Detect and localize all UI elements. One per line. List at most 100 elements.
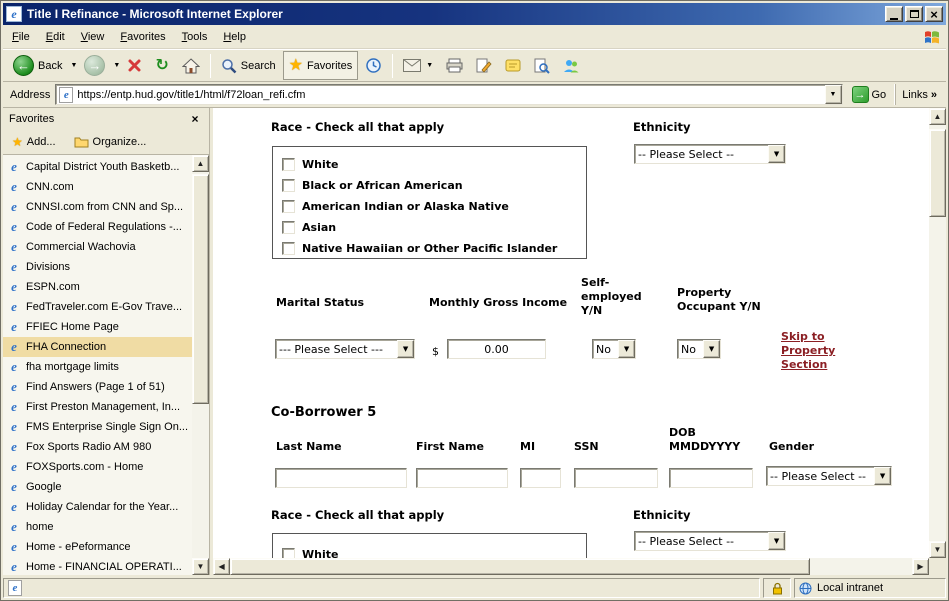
vertical-scroll-track[interactable] — [929, 125, 946, 541]
stop-button[interactable] — [121, 51, 148, 80]
favorites-close-button[interactable]: × — [187, 112, 203, 126]
race-white-checkbox-2[interactable] — [282, 548, 295, 558]
home-button[interactable] — [176, 51, 206, 80]
menu-favorites[interactable]: Favorites — [112, 27, 173, 47]
horizontal-scroll-thumb[interactable] — [230, 558, 810, 575]
favorites-item-label: Divisions — [26, 261, 70, 273]
vertical-scrollbar[interactable]: ▲ ▼ — [929, 108, 946, 558]
favorites-item[interactable]: eHoliday Calendar for the Year... — [3, 497, 192, 517]
favorites-item[interactable]: eGoogle — [3, 477, 192, 497]
edit-button[interactable] — [470, 51, 498, 80]
favorites-item-label: FMS Enterprise Single Sign On... — [26, 421, 188, 433]
ssn-input[interactable] — [574, 468, 658, 488]
favorites-item[interactable]: eFFIEC Home Page — [3, 317, 192, 337]
favorites-item[interactable]: eFedTraveler.com E-Gov Trave... — [3, 297, 192, 317]
go-button[interactable]: → Go — [848, 84, 891, 105]
favorites-item-label: Code of Federal Regulations -... — [26, 221, 182, 233]
horizontal-scroll-track[interactable] — [230, 558, 912, 575]
favorites-item-selected[interactable]: eFHA Connection — [3, 337, 192, 357]
menu-help[interactable]: Help — [215, 27, 254, 47]
favorites-item[interactable]: efha mortgage limits — [3, 357, 192, 377]
self-employed-select[interactable]: No ▼ — [592, 339, 636, 359]
forward-dropdown[interactable]: ▼ — [113, 62, 120, 69]
race-option-label: White — [302, 158, 338, 171]
last-name-input[interactable] — [275, 468, 407, 488]
favorites-item[interactable]: eCNN.com — [3, 177, 192, 197]
browser-window: e Title I Refinance - Microsoft Internet… — [0, 0, 949, 601]
race-asian-checkbox[interactable] — [282, 221, 295, 234]
favorites-item[interactable]: e Divisions — [3, 257, 192, 277]
favorites-item[interactable]: eHome - FINANCIAL OPERATI... — [3, 557, 192, 575]
favorites-item[interactable]: eCNNSI.com from CNN and Sp... — [3, 197, 192, 217]
favorites-organize-button[interactable]: Organize... — [71, 134, 150, 150]
menu-tools[interactable]: Tools — [174, 27, 216, 47]
refresh-button[interactable]: ↻ — [149, 51, 174, 80]
favorites-item[interactable]: eCode of Federal Regulations -... — [3, 217, 192, 237]
race-black-checkbox[interactable] — [282, 179, 295, 192]
menu-file[interactable]: File — [4, 27, 38, 47]
ethnicity-select-2[interactable]: -- Please Select -- ▼ — [634, 531, 786, 551]
forward-button[interactable]: → — [78, 51, 111, 80]
favorites-item[interactable]: eFMS Enterprise Single Sign On... — [3, 417, 192, 437]
search-button[interactable]: Search — [215, 51, 282, 80]
marital-status-select[interactable]: --- Please Select --- ▼ — [275, 339, 415, 359]
favorites-item[interactable]: eESPN.com — [3, 277, 192, 297]
dob-input[interactable] — [669, 468, 753, 488]
property-occupant-select[interactable]: No ▼ — [677, 339, 721, 359]
skip-to-property-link[interactable]: Skip to Property Section — [781, 330, 843, 372]
minimize-button[interactable] — [885, 6, 903, 22]
favorites-item[interactable]: eHome - ePeformance — [3, 537, 192, 557]
favorites-scroll-track[interactable] — [192, 172, 209, 558]
links-bar[interactable]: Links » — [895, 84, 943, 105]
ie-favicon: e — [7, 300, 21, 314]
scroll-up-icon[interactable]: ▲ — [192, 155, 209, 172]
close-button[interactable]: × — [925, 6, 943, 22]
address-dropdown[interactable]: ▼ — [825, 85, 842, 104]
discuss-button[interactable] — [499, 51, 527, 80]
address-input[interactable]: e https://entp.hud.gov/title1/html/f72lo… — [55, 84, 842, 105]
favorites-item[interactable]: eFox Sports Radio AM 980 — [3, 437, 192, 457]
race-white-checkbox[interactable] — [282, 158, 295, 171]
research-button[interactable] — [528, 51, 556, 80]
favorites-scrollbar[interactable]: ▲ ▼ — [192, 155, 209, 575]
back-dropdown[interactable]: ▼ — [70, 62, 77, 69]
favorites-panel: Favorites × ★ Add... Organize... eCapita… — [3, 108, 210, 575]
horizontal-scrollbar[interactable]: ◀ ▶ — [213, 558, 929, 575]
favorites-item[interactable]: eFind Answers (Page 1 of 51) — [3, 377, 192, 397]
favorites-add-button[interactable]: ★ Add... — [9, 134, 59, 150]
race-pacific-islander-checkbox[interactable] — [282, 242, 295, 255]
favorites-item[interactable]: eFirst Preston Management, In... — [3, 397, 192, 417]
favorites-button[interactable]: ★ Favorites — [283, 51, 359, 80]
vertical-scroll-thumb[interactable] — [929, 129, 946, 217]
scroll-down-icon[interactable]: ▼ — [929, 541, 946, 558]
ie-favicon: e — [7, 520, 21, 534]
scroll-up-icon[interactable]: ▲ — [929, 108, 946, 125]
race-american-indian-checkbox[interactable] — [282, 200, 295, 213]
favorites-item[interactable]: ehome — [3, 517, 192, 537]
maximize-button[interactable] — [905, 6, 923, 22]
ethnicity-select[interactable]: -- Please Select -- ▼ — [634, 144, 786, 164]
messenger-button[interactable] — [557, 51, 585, 80]
favorites-scroll-thumb[interactable] — [192, 174, 209, 404]
content-area: Favorites × ★ Add... Organize... eCapita… — [3, 108, 946, 575]
lock-icon — [772, 582, 783, 595]
gender-select[interactable]: -- Please Select -- ▼ — [766, 466, 892, 486]
ie-favicon: e — [7, 260, 21, 274]
print-button[interactable] — [440, 51, 469, 80]
menu-view[interactable]: View — [73, 27, 113, 47]
first-name-input[interactable] — [416, 468, 508, 488]
mail-button[interactable]: ▼ — [397, 51, 439, 80]
scroll-down-icon[interactable]: ▼ — [192, 558, 209, 575]
monthly-income-input[interactable] — [447, 339, 546, 359]
ssn-label: SSN — [574, 440, 599, 454]
mi-input[interactable] — [520, 468, 561, 488]
favorites-item[interactable]: eCommercial Wachovia — [3, 237, 192, 257]
favorites-item[interactable]: eCapital District Youth Basketb... — [3, 157, 192, 177]
menu-edit[interactable]: Edit — [38, 27, 73, 47]
favorites-item[interactable]: eFOXSports.com - Home — [3, 457, 192, 477]
scroll-left-icon[interactable]: ◀ — [213, 558, 230, 575]
history-button[interactable] — [359, 51, 388, 80]
ie-favicon: e — [7, 380, 21, 394]
scroll-right-icon[interactable]: ▶ — [912, 558, 929, 575]
back-button[interactable]: ← Back — [7, 51, 68, 80]
